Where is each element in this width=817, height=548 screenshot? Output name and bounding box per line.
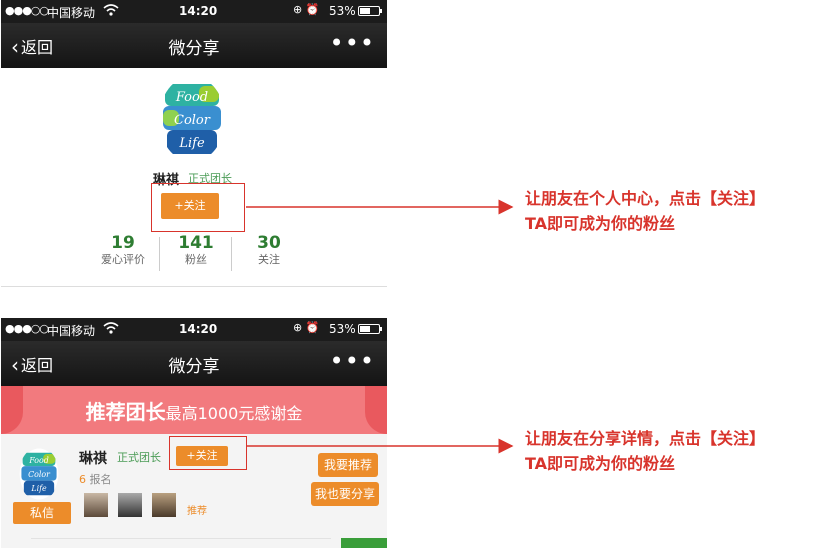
annotation-note-2: 让朋友在分享详情，点击【关注】 TA即可成为你的粉丝 bbox=[525, 426, 765, 476]
note-line: TA即可成为你的粉丝 bbox=[525, 454, 676, 473]
annotation-note-1: 让朋友在个人中心，点击【关注】 TA即可成为你的粉丝 bbox=[525, 186, 765, 236]
note-line: 让朋友在分享详情，点击【关注】 bbox=[525, 429, 766, 448]
note-line: TA即可成为你的粉丝 bbox=[525, 214, 676, 233]
note-line: 让朋友在个人中心，点击【关注】 bbox=[525, 189, 766, 208]
